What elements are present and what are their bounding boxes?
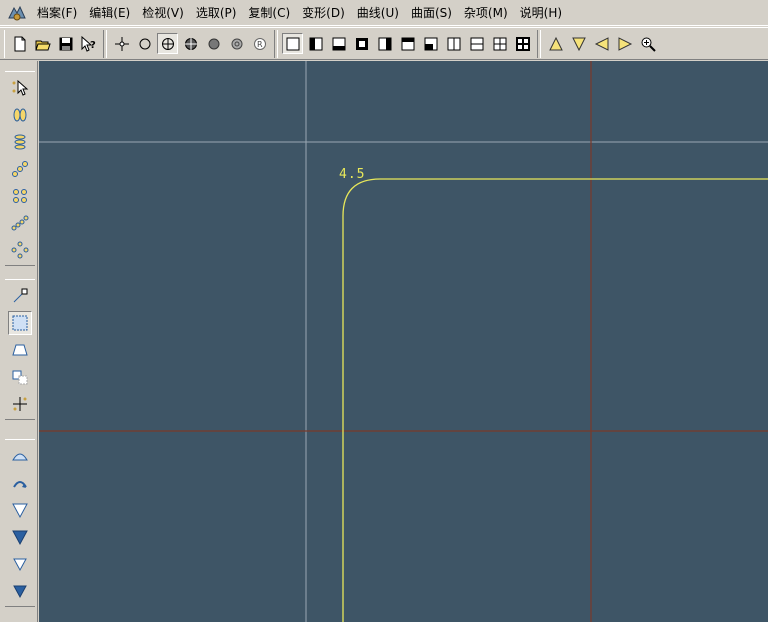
viewport-grid <box>39 61 768 622</box>
view-left-icon[interactable] <box>305 33 326 54</box>
snap-toolbar-group: R <box>106 29 275 58</box>
snap-center-icon[interactable] <box>157 33 178 54</box>
arc-up-icon[interactable] <box>8 444 32 468</box>
move-points-icon[interactable] <box>8 392 32 416</box>
copy-rect-icon[interactable] <box>8 365 32 389</box>
point-curve-icon[interactable] <box>8 211 32 235</box>
menu-misc[interactable]: 杂项(M) <box>458 3 514 23</box>
point-ring-icon[interactable] <box>8 238 32 262</box>
snap-r-icon[interactable]: R <box>249 33 270 54</box>
rect-select-icon[interactable] <box>8 311 32 335</box>
zoom-icon[interactable] <box>637 33 658 54</box>
menu-bar: 档案(F) 编辑(E) 检视(V) 选取(P) 复制(C) 变形(D) 曲线(U… <box>0 0 768 26</box>
app-icon[interactable] <box>6 2 28 24</box>
snap-grid-icon[interactable] <box>180 33 201 54</box>
triangle-outline-small-icon[interactable] <box>8 552 32 576</box>
point-diagonal-icon[interactable] <box>8 157 32 181</box>
dimension-label: 4.5 <box>339 167 366 182</box>
help-pointer-icon[interactable]: ? <box>78 33 99 54</box>
left-toolbar <box>0 61 38 622</box>
menu-select[interactable]: 选取(P) <box>190 3 243 23</box>
file-toolbar-group: ? <box>4 29 104 58</box>
triangle-right-icon[interactable] <box>614 33 635 54</box>
view-top-icon[interactable] <box>397 33 418 54</box>
view-quad-bold-icon[interactable] <box>512 33 533 54</box>
snap-point-icon[interactable] <box>111 33 132 54</box>
view-vsplit-icon[interactable] <box>443 33 464 54</box>
open-file-icon[interactable] <box>32 33 53 54</box>
triangle-down-icon[interactable] <box>568 33 589 54</box>
view-corner-icon[interactable] <box>420 33 441 54</box>
menu-copy[interactable]: 复制(C) <box>242 3 296 23</box>
point-grid-icon[interactable] <box>8 184 32 208</box>
main-toolbar: ? R <box>0 27 768 60</box>
view-bottom-icon[interactable] <box>328 33 349 54</box>
menu-help[interactable]: 说明(H) <box>514 3 568 23</box>
arc-arrow-icon[interactable] <box>8 471 32 495</box>
trapezoid-icon[interactable] <box>8 338 32 362</box>
view-single-icon[interactable] <box>282 33 303 54</box>
triangle-up-icon[interactable] <box>545 33 566 54</box>
snap-circle-icon[interactable] <box>134 33 155 54</box>
triangle-outline-icon[interactable] <box>8 498 32 522</box>
svg-text:R: R <box>257 40 263 49</box>
view-right-icon[interactable] <box>374 33 395 54</box>
point-tools-group <box>5 71 35 266</box>
curve-tools-group <box>5 439 35 607</box>
rounded-profile-curve[interactable] <box>342 178 768 622</box>
select-points-icon[interactable] <box>8 76 32 100</box>
point-stack-icon[interactable] <box>8 130 32 154</box>
save-icon[interactable] <box>55 33 76 54</box>
snap-ring-icon[interactable] <box>226 33 247 54</box>
view-hsplit-icon[interactable] <box>466 33 487 54</box>
triangle-filled-icon[interactable] <box>8 525 32 549</box>
menu-view[interactable]: 检视(V) <box>136 3 190 23</box>
nav-toolbar-group <box>540 29 662 58</box>
view-quad-icon[interactable] <box>489 33 510 54</box>
triangle-filled-small-icon[interactable] <box>8 579 32 603</box>
menu-transform[interactable]: 变形(D) <box>296 3 351 23</box>
view-toolbar-group <box>277 29 538 58</box>
transform-tools-group <box>5 279 35 420</box>
new-file-icon[interactable] <box>9 33 30 54</box>
view-frame-icon[interactable] <box>351 33 372 54</box>
point-pair-icon[interactable] <box>8 103 32 127</box>
menu-file[interactable]: 档案(F) <box>31 3 83 23</box>
menu-edit[interactable]: 编辑(E) <box>83 3 136 23</box>
snap-solid-dot-icon[interactable] <box>203 33 224 54</box>
triangle-left-icon[interactable] <box>591 33 612 54</box>
line-edit-icon[interactable] <box>8 284 32 308</box>
menu-surface[interactable]: 曲面(S) <box>405 3 458 23</box>
svg-text:?: ? <box>90 40 96 51</box>
menu-curve[interactable]: 曲线(U) <box>351 3 405 23</box>
drawing-viewport[interactable]: 4.5 <box>39 61 768 622</box>
